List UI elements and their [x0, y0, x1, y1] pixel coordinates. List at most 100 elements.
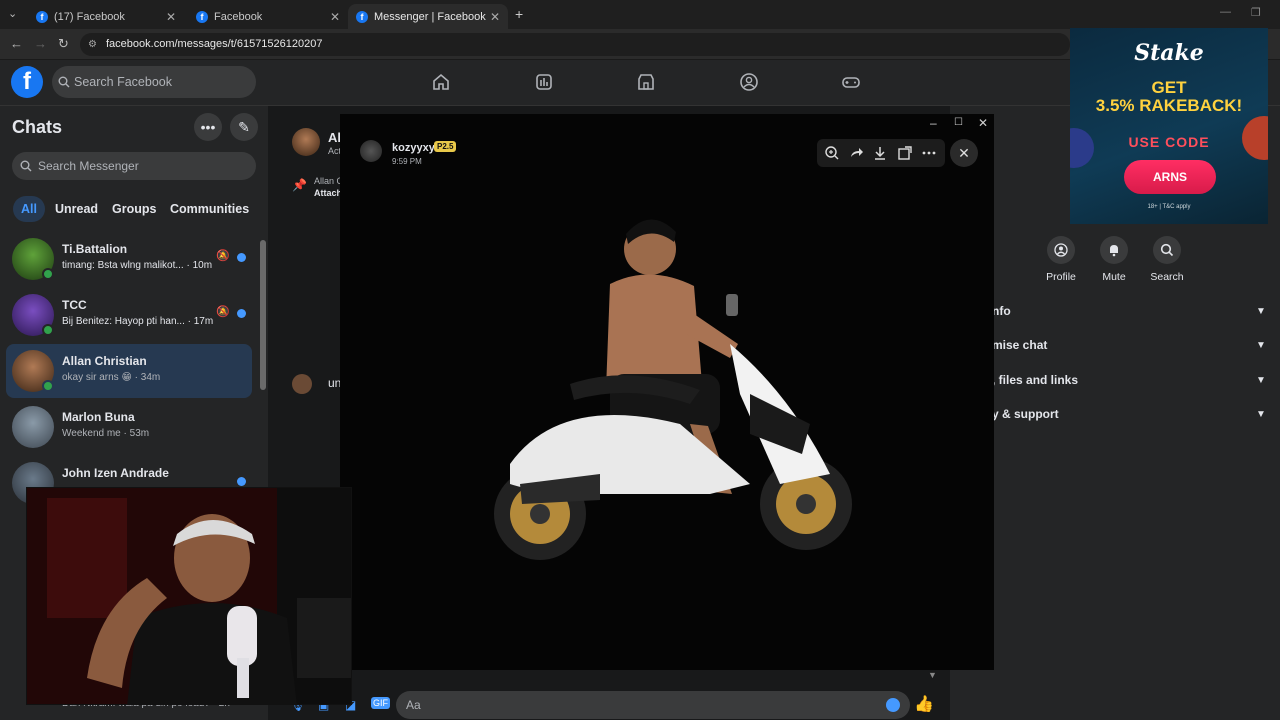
groups-icon[interactable] — [739, 72, 759, 92]
chevron-down-icon[interactable]: ▼ — [1256, 375, 1266, 386]
minimize-window-icon[interactable]: — — [1220, 6, 1231, 18]
chats-title: Chats — [12, 117, 63, 137]
more-options-icon[interactable] — [919, 143, 939, 163]
options-icon[interactable]: ••• — [194, 113, 222, 141]
open-new-window-icon[interactable] — [895, 143, 915, 163]
search-button[interactable]: Search — [1139, 236, 1195, 283]
profile-icon — [1047, 236, 1075, 264]
emoji-icon[interactable] — [886, 698, 900, 712]
new-message-icon[interactable]: ✎ — [230, 113, 258, 141]
chevron-down-icon[interactable]: ▼ — [1256, 306, 1266, 317]
ad-brand-logo: Stake — [1134, 40, 1204, 66]
muted-bell-icon: 🔕 — [216, 306, 230, 318]
like-thumb-icon[interactable]: 👍 — [914, 694, 934, 714]
reload-icon[interactable]: ↻ — [58, 36, 69, 52]
facebook-favicon-icon: f — [36, 10, 48, 23]
message-input[interactable]: Aa — [396, 691, 910, 719]
url-text: facebook.com/messages/t/61571526120207 — [106, 38, 323, 50]
filter-unread[interactable]: Unread — [55, 202, 98, 216]
marketplace-icon[interactable] — [636, 72, 656, 92]
chat-item[interactable]: Marlon Buna Weekend me · 53m — [6, 400, 252, 454]
sender-badge: P2.5 — [434, 141, 457, 152]
close-viewer-icon[interactable]: ✕ — [950, 139, 978, 167]
tab-title: Messenger | Facebook — [374, 10, 486, 23]
url-input[interactable]: ⚙ facebook.com/messages/t/61571526120207 — [80, 33, 1070, 56]
media-files-links-section[interactable]: , files and links — [992, 373, 1078, 387]
pin-icon: 📌 — [292, 178, 307, 192]
sponsor-ad[interactable]: Stake GET 3.5% RAKEBACK! USE CODE ARNS 1… — [1070, 28, 1268, 224]
close-tab-icon[interactable]: ✕ — [330, 10, 340, 24]
close-window-icon[interactable]: ✕ — [978, 116, 988, 130]
decorative-wheel-icon — [1242, 116, 1268, 160]
maximize-icon[interactable]: ☐ — [954, 117, 963, 128]
chat-info-section[interactable]: nfo — [992, 304, 1011, 318]
search-icon — [1153, 236, 1181, 264]
search-icon — [20, 160, 32, 172]
facebook-logo-icon[interactable]: f — [11, 66, 43, 98]
tab-facebook-2[interactable]: f Facebook ✕ — [188, 4, 348, 29]
online-status-icon — [42, 380, 54, 392]
tab-title: Facebook — [214, 10, 263, 23]
tab-messenger[interactable]: f Messenger | Facebook ✕ — [348, 4, 508, 29]
tab-facebook-1[interactable]: f (17) Facebook ✕ — [28, 4, 184, 29]
download-icon[interactable] — [870, 143, 890, 163]
customise-chat-section[interactable]: mise chat — [992, 338, 1047, 352]
privacy-support-section[interactable]: y & support — [992, 407, 1059, 421]
viewed-photo — [494, 219, 852, 560]
scroll-down-icon[interactable]: ▼ — [928, 670, 937, 680]
close-tab-icon[interactable]: ✕ — [490, 10, 500, 24]
chat-preview: Bij Benitez: Hayop pti han... · 17m — [62, 316, 214, 327]
search-placeholder: Search Facebook — [74, 75, 172, 89]
facebook-favicon-icon: f — [356, 10, 368, 23]
chat-name: TCC — [62, 298, 87, 312]
chat-item-active[interactable]: Allan Christian okay sir arns 😁 · 34m — [6, 344, 252, 398]
chat-list-scrollbar[interactable] — [260, 240, 266, 390]
home-icon[interactable] — [431, 72, 451, 92]
ad-code-button[interactable]: ARNS — [1124, 160, 1216, 194]
chat-item[interactable]: Ti.Battalion timang: Bsta wlng malikot..… — [6, 232, 252, 286]
tab-list-icon[interactable]: ⌄ — [8, 7, 17, 20]
mute-button[interactable]: Mute — [1086, 236, 1142, 283]
viewer-window-controls: – ☐ ✕ — [920, 114, 994, 136]
avatar — [292, 128, 320, 156]
facebook-search-input[interactable]: Search Facebook — [52, 66, 256, 98]
filter-communities[interactable]: Communities — [170, 202, 249, 216]
gaming-icon[interactable] — [841, 72, 861, 92]
gif-icon[interactable]: GIF — [371, 697, 390, 709]
new-tab-icon[interactable]: + — [515, 6, 523, 22]
chat-name: Allan Christian — [62, 354, 147, 368]
mute-label: Mute — [1102, 271, 1126, 283]
minimize-icon[interactable]: – — [930, 116, 937, 130]
forward-arrow-icon[interactable]: → — [34, 36, 47, 51]
close-tab-icon[interactable]: ✕ — [166, 10, 176, 24]
bell-icon — [1100, 236, 1128, 264]
sender-avatar — [360, 140, 382, 162]
filter-all[interactable]: All — [13, 196, 45, 222]
message-time: 9:59 PM — [392, 157, 422, 166]
back-arrow-icon[interactable]: ← — [10, 36, 23, 51]
pinned-line-2: Attach — [314, 188, 343, 198]
profile-label: Profile — [1046, 271, 1076, 283]
video-icon[interactable] — [534, 72, 554, 92]
online-status-icon — [42, 324, 54, 336]
facebook-favicon-icon: f — [196, 10, 208, 23]
site-info-icon[interactable]: ⚙ — [88, 33, 97, 56]
browser-tab-bar: ⌄ f (17) Facebook ✕ f Facebook ✕ f Messe… — [0, 0, 1280, 29]
search-label: Search — [1150, 271, 1184, 283]
sender-name: kozyyxy — [392, 142, 435, 154]
ad-fine-print: 18+ | T&C apply — [1147, 204, 1191, 210]
profile-button[interactable]: Profile — [1033, 236, 1089, 283]
unread-dot-icon — [237, 253, 246, 262]
muted-bell-icon: 🔕 — [216, 250, 230, 262]
online-status-icon — [42, 268, 54, 280]
messenger-search-input[interactable]: Search Messenger — [12, 152, 256, 180]
chevron-down-icon[interactable]: ▼ — [1256, 340, 1266, 351]
chevron-down-icon[interactable]: ▼ — [1256, 409, 1266, 420]
zoom-in-icon[interactable] — [822, 143, 842, 163]
filter-groups[interactable]: Groups — [112, 202, 156, 216]
forward-share-icon[interactable] — [846, 143, 866, 163]
ad-headline-2: 3.5% RAKEBACK! — [1095, 96, 1243, 115]
restore-window-icon[interactable]: ❐ — [1251, 6, 1261, 19]
search-placeholder: Search Messenger — [38, 159, 139, 173]
chat-item[interactable]: TCC Bij Benitez: Hayop pti han... · 17m … — [6, 288, 252, 342]
